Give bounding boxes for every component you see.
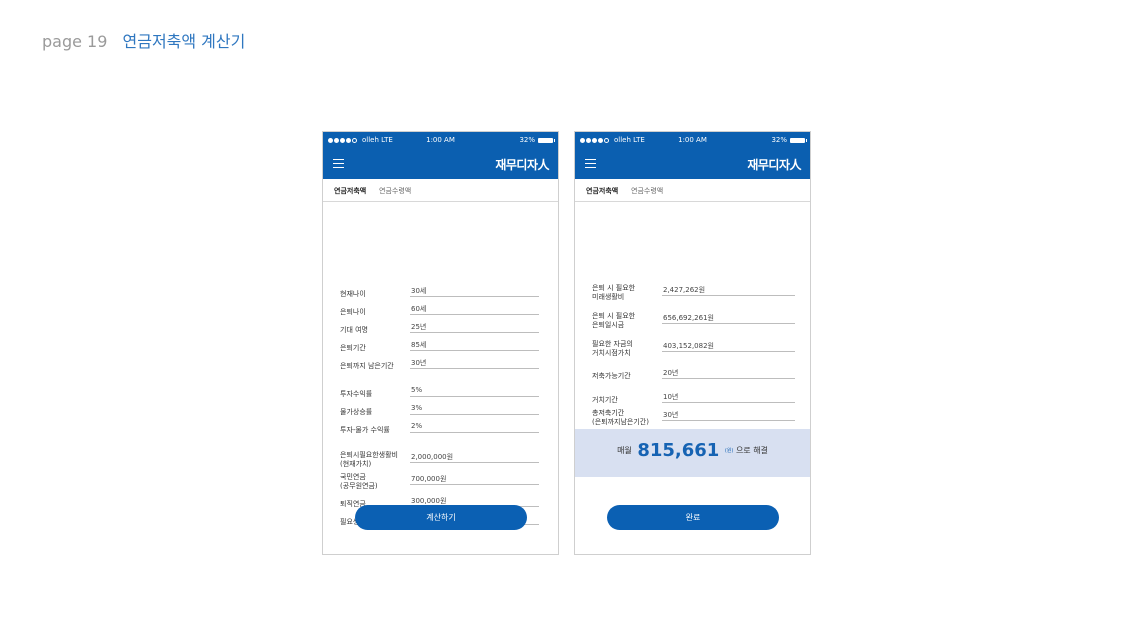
page-header: page 19 연금저축액 계산기 bbox=[42, 28, 245, 52]
field-label: 저축가능기간 bbox=[592, 372, 631, 380]
tab-bar: 연금저축액 연금수령액 bbox=[575, 179, 810, 202]
field-label: 기대 여명 bbox=[340, 326, 368, 334]
done-button[interactable]: 완료 bbox=[607, 505, 779, 530]
field-underline bbox=[662, 351, 795, 352]
tab-pension[interactable]: 연금수령액 bbox=[631, 186, 663, 196]
field-underline bbox=[410, 396, 539, 397]
field-label: 현재나이 bbox=[340, 290, 366, 298]
phone-screen-input: olleh LTE 1:00 AM 32% 재무디자人 연금저축액 연금수령액 … bbox=[322, 131, 559, 555]
page-number: page 19 bbox=[42, 32, 108, 51]
hamburger-menu-icon[interactable] bbox=[585, 159, 596, 169]
tab-bar: 연금저축액 연금수령액 bbox=[323, 179, 558, 202]
page-title: 연금저축액 계산기 bbox=[122, 32, 246, 51]
field-value[interactable]: 403,152,082원 bbox=[663, 341, 714, 351]
brand-logo: 재무디자人 bbox=[495, 158, 549, 172]
nav-bar: 재무디자人 bbox=[575, 149, 810, 179]
battery-icon bbox=[790, 137, 807, 143]
field-underline bbox=[662, 420, 795, 421]
status-bar: olleh LTE 1:00 AM 32% bbox=[575, 132, 810, 149]
status-bar: olleh LTE 1:00 AM 32% bbox=[323, 132, 558, 149]
phone-screen-result: olleh LTE 1:00 AM 32% 재무디자人 연금저축액 연금수령액 … bbox=[574, 131, 811, 555]
field-underline bbox=[410, 414, 539, 415]
hamburger-menu-icon[interactable] bbox=[333, 159, 344, 169]
field-value[interactable]: 60세 bbox=[411, 304, 426, 314]
result-suffix: 으로 해결 bbox=[735, 446, 768, 455]
field-label: 은퇴 시 필요한 은퇴일시금 bbox=[592, 312, 636, 329]
field-label: 은퇴까지 남은기간 bbox=[340, 362, 394, 370]
battery-percent: 32% bbox=[519, 136, 535, 144]
field-label: 물가상승률 bbox=[340, 408, 373, 416]
brand-logo: 재무디자人 bbox=[747, 158, 801, 172]
field-underline bbox=[410, 432, 539, 433]
field-value[interactable]: 2,427,262원 bbox=[663, 285, 705, 295]
field-value[interactable]: 3% bbox=[411, 404, 422, 412]
field-value[interactable]: 25년 bbox=[411, 322, 426, 332]
field-underline bbox=[662, 402, 795, 403]
field-label: 은퇴시필요한생활비 (현재가치) bbox=[340, 451, 398, 468]
field-label: 투자-물가 수익률 bbox=[340, 426, 390, 434]
result-prefix: 매월 bbox=[617, 446, 632, 455]
field-underline bbox=[410, 314, 539, 315]
field-value[interactable]: 10년 bbox=[663, 392, 678, 402]
field-underline bbox=[410, 484, 539, 485]
result-amount: 815,661 bbox=[637, 440, 720, 461]
field-value[interactable]: 30세 bbox=[411, 286, 426, 296]
field-label: 은퇴 시 필요한 미래생활비 bbox=[592, 284, 636, 301]
field-value[interactable]: 30년 bbox=[663, 410, 678, 420]
nav-bar: 재무디자人 bbox=[323, 149, 558, 179]
battery-icon bbox=[538, 137, 555, 143]
tab-pension[interactable]: 연금수령액 bbox=[379, 186, 411, 196]
field-label: 은퇴기간 bbox=[340, 344, 366, 352]
field-value[interactable]: 2,000,000원 bbox=[411, 452, 453, 462]
field-value[interactable]: 5% bbox=[411, 386, 422, 394]
field-label: 투자수익률 bbox=[340, 390, 373, 398]
field-value[interactable]: 2% bbox=[411, 422, 422, 430]
field-underline bbox=[662, 295, 795, 296]
field-label: 국민연금 (공무원연금) bbox=[340, 473, 378, 490]
field-underline bbox=[662, 323, 795, 324]
field-label: 필요한 자금의 거치시점가치 bbox=[592, 340, 633, 357]
result-banner: 매월 815,661 (원) 으로 해결 bbox=[575, 429, 810, 477]
field-underline bbox=[410, 368, 539, 369]
field-value[interactable]: 656,692,261원 bbox=[663, 313, 714, 323]
tab-savings[interactable]: 연금저축액 bbox=[586, 186, 618, 196]
field-underline bbox=[662, 378, 795, 379]
field-underline bbox=[410, 332, 539, 333]
result-unit: (원) bbox=[724, 448, 734, 454]
field-underline bbox=[410, 296, 539, 297]
field-value[interactable]: 30년 bbox=[411, 358, 426, 368]
field-label: 은퇴나이 bbox=[340, 308, 366, 316]
battery-percent: 32% bbox=[771, 136, 787, 144]
field-label: 거치기간 bbox=[592, 396, 618, 404]
field-value[interactable]: 85세 bbox=[411, 340, 426, 350]
calculate-button[interactable]: 계산하기 bbox=[355, 505, 527, 530]
field-underline bbox=[410, 462, 539, 463]
field-label: 총저축기간 (은퇴까지남은기간) bbox=[592, 409, 649, 426]
tab-savings[interactable]: 연금저축액 bbox=[334, 186, 366, 196]
field-value[interactable]: 20년 bbox=[663, 368, 678, 378]
field-value[interactable]: 700,000원 bbox=[411, 474, 446, 484]
field-underline bbox=[410, 350, 539, 351]
